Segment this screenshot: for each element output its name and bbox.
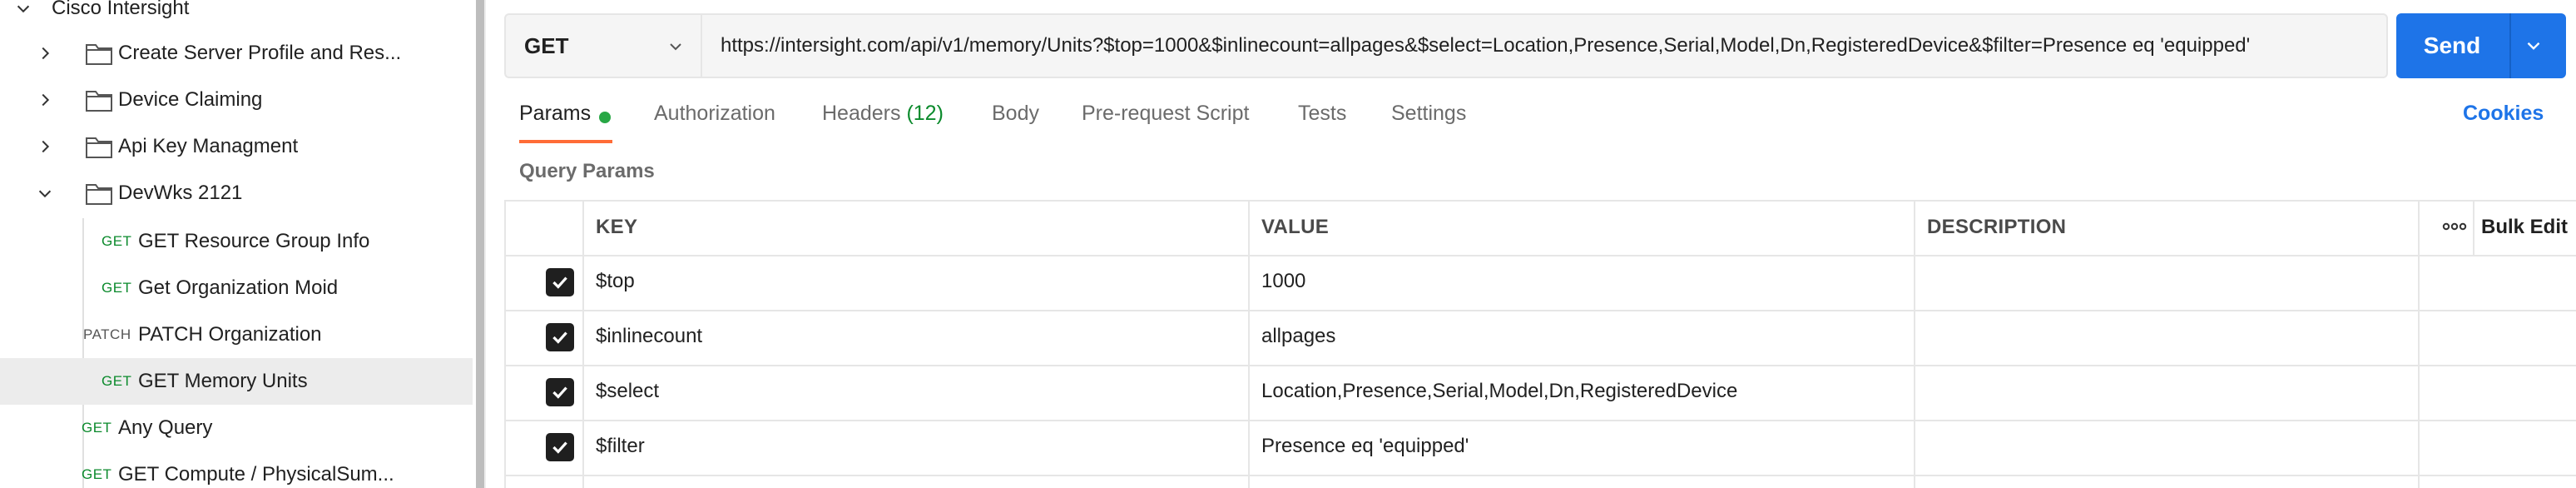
sidebar-folder-create-server-profile[interactable]: Create Server Profile and Res... <box>0 30 473 77</box>
query-params-table: KEY VALUE DESCRIPTION Bulk Edit $top 100… <box>504 200 2576 488</box>
table-border <box>504 420 2576 421</box>
table-border <box>1248 200 1250 488</box>
method-badge: GET <box>102 373 132 389</box>
sidebar-item-cisco-intersight[interactable]: Cisco Intersight <box>0 0 473 32</box>
param-value[interactable]: allpages <box>1261 325 1335 348</box>
sidebar-item-label: GET Compute / PhysicalSum... <box>118 463 394 486</box>
method-select[interactable]: GET <box>504 13 701 78</box>
chevron-down-icon[interactable] <box>33 182 57 205</box>
sidebar-folder-device-claiming[interactable]: Device Claiming <box>0 77 473 123</box>
table-border <box>2473 200 2474 255</box>
table-border <box>2418 200 2420 488</box>
params-active-dot <box>599 112 611 123</box>
method-badge: GET <box>102 233 132 249</box>
table-border <box>1914 200 1915 488</box>
method-badge: GET <box>82 466 112 482</box>
sidebar-request-any-query[interactable]: GET Any Query <box>0 405 473 451</box>
method-badge: GET <box>82 420 112 436</box>
query-params-title: Query Params <box>519 160 655 182</box>
chevron-down-icon[interactable] <box>12 0 35 20</box>
sidebar-item-label: GET Memory Units <box>138 370 308 392</box>
sidebar-item-label: Cisco Intersight <box>52 0 190 19</box>
sidebar-item-label: Api Key Managment <box>118 135 299 157</box>
tab-params[interactable]: Params <box>519 102 591 126</box>
sidebar-folder-api-key-managment[interactable]: Api Key Managment <box>0 123 473 170</box>
param-key[interactable]: $filter <box>596 435 645 458</box>
table-border <box>504 365 2576 366</box>
url-input-value: https://intersight.com/api/v1/memory/Uni… <box>721 34 2251 57</box>
tab-headers-label: Headers <box>822 102 901 125</box>
tab-pre-request-script[interactable]: Pre-request Script <box>1082 102 1249 126</box>
table-border <box>504 200 2576 202</box>
param-key[interactable]: $top <box>596 270 635 293</box>
chevron-right-icon[interactable] <box>33 135 57 158</box>
param-enabled-checkbox[interactable] <box>546 378 574 406</box>
method-badge: PATCH <box>83 326 131 342</box>
method-badge: GET <box>102 280 132 296</box>
chevron-down-icon[interactable] <box>2523 35 2544 57</box>
method-select-value: GET <box>524 32 569 58</box>
more-options-icon[interactable] <box>2438 218 2471 235</box>
table-border <box>504 310 2576 311</box>
sidebar-item-label: PATCH Organization <box>138 323 322 346</box>
send-button-label: Send <box>2423 32 2481 58</box>
tab-authorization[interactable]: Authorization <box>654 102 775 126</box>
sidebar-folder-devwks-2121[interactable]: DevWks 2121 <box>0 170 473 217</box>
sidebar-item-label: GET Resource Group Info <box>138 230 370 252</box>
column-header-key: KEY <box>596 216 638 238</box>
sidebar-item-label: Device Claiming <box>118 88 263 111</box>
param-key[interactable]: $inlinecount <box>596 325 702 348</box>
send-button[interactable]: Send <box>2396 13 2566 78</box>
checkmark-icon <box>552 276 567 289</box>
sidebar-item-label: Any Query <box>118 416 213 439</box>
tab-body[interactable]: Body <box>992 102 1039 126</box>
table-border <box>504 255 2576 256</box>
sidebar-item-label: Get Organization Moid <box>138 276 339 299</box>
table-border <box>582 200 584 488</box>
sidebar-request-patch-organization[interactable]: PATCH PATCH Organization <box>0 311 473 358</box>
folder-icon <box>86 44 112 65</box>
tab-headers[interactable]: Headers (12) <box>822 102 944 126</box>
param-enabled-checkbox[interactable] <box>546 268 574 296</box>
tab-tests[interactable]: Tests <box>1298 102 1346 126</box>
sidebar-request-get-compute-physicalsummary[interactable]: GET GET Compute / PhysicalSum... <box>0 451 473 488</box>
folder-icon <box>86 137 112 158</box>
folder-icon <box>86 184 112 205</box>
sidebar-request-get-organization-moid[interactable]: GET Get Organization Moid <box>0 265 473 311</box>
sidebar-request-get-resource-group-info[interactable]: GET GET Resource Group Info <box>0 218 473 265</box>
folder-icon <box>86 91 112 112</box>
chevron-right-icon[interactable] <box>33 88 57 112</box>
sidebar-item-label: Create Server Profile and Res... <box>118 42 402 64</box>
bulk-edit-button[interactable]: Bulk Edit <box>2481 216 2568 239</box>
column-header-value: VALUE <box>1261 216 1330 238</box>
tab-settings[interactable]: Settings <box>1391 102 1466 126</box>
param-enabled-checkbox[interactable] <box>546 323 574 351</box>
column-header-description: DESCRIPTION <box>1927 216 2067 238</box>
chevron-right-icon[interactable] <box>33 42 57 65</box>
chevron-down-icon <box>670 43 681 51</box>
divider <box>2509 13 2511 78</box>
request-editor: GET https://intersight.com/api/v1/memory… <box>486 0 2576 488</box>
param-value[interactable]: 1000 <box>1261 270 1305 293</box>
param-enabled-checkbox[interactable] <box>546 433 574 461</box>
url-input[interactable]: https://intersight.com/api/v1/memory/Uni… <box>701 13 2388 78</box>
table-border <box>504 475 2576 476</box>
active-tab-indicator <box>519 140 612 143</box>
postman-window: Cisco Intersight Create Server Profile a… <box>0 0 2576 488</box>
param-key[interactable]: $select <box>596 380 659 403</box>
param-value[interactable]: Location,Presence,Serial,Model,Dn,Regist… <box>1261 380 1737 403</box>
collections-sidebar: Cisco Intersight Create Server Profile a… <box>0 0 473 488</box>
sidebar-item-label: DevWks 2121 <box>118 182 243 204</box>
tab-headers-count: (12) <box>906 102 944 125</box>
checkmark-icon <box>552 386 567 399</box>
sidebar-request-get-memory-units[interactable]: GET GET Memory Units <box>0 358 473 405</box>
param-value[interactable]: Presence eq 'equipped' <box>1261 435 1469 458</box>
checkmark-icon <box>552 441 567 454</box>
checkmark-icon <box>552 331 567 344</box>
table-border <box>504 200 506 488</box>
cookies-link[interactable]: Cookies <box>2463 102 2544 126</box>
sidebar-resize-handle[interactable] <box>476 0 484 488</box>
